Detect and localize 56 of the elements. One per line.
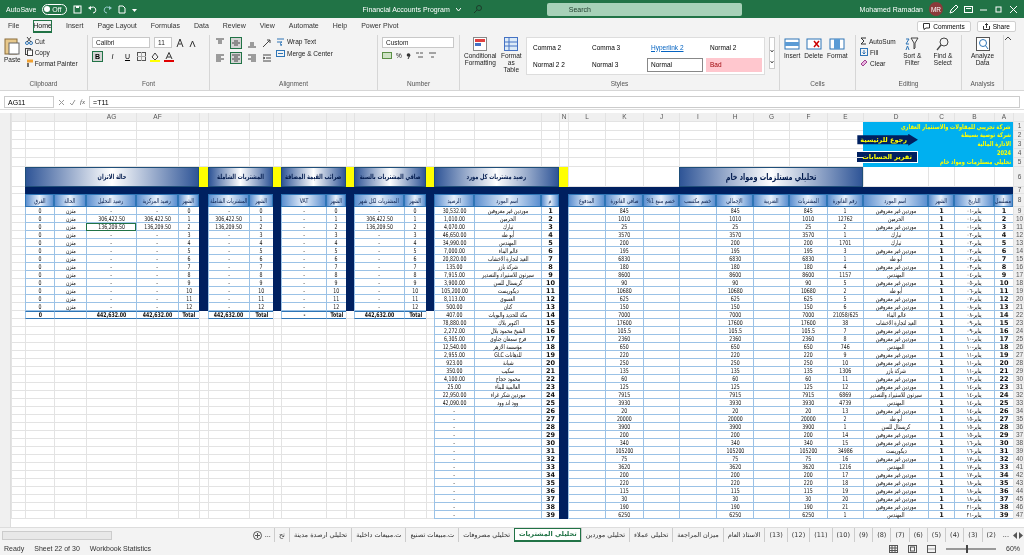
merge-icon <box>276 49 285 58</box>
page-layout-icon[interactable] <box>908 544 917 553</box>
close-icon[interactable] <box>1009 4 1018 14</box>
currency-icon[interactable] <box>382 51 392 60</box>
marker-block <box>199 167 208 187</box>
collapse-ribbon-icon[interactable] <box>1004 35 1012 41</box>
align-button[interactable] <box>230 37 242 49</box>
vertical-scrollbar[interactable] <box>0 113 11 527</box>
share-icon <box>982 23 990 30</box>
marker-block <box>426 167 434 187</box>
zoom-slider[interactable] <box>946 547 996 550</box>
pen-icon[interactable] <box>949 4 958 14</box>
wrap-icon <box>276 37 285 46</box>
grow-font-icon[interactable] <box>176 38 185 47</box>
decrease-decimal-icon[interactable] <box>427 51 437 60</box>
align-button[interactable] <box>230 52 242 64</box>
horizontal-scrollbar[interactable] <box>2 530 112 540</box>
ribbon-display-icon[interactable] <box>964 4 973 14</box>
scroll-right-icon[interactable] <box>1018 531 1024 539</box>
search-icon <box>473 5 482 13</box>
align-button[interactable] <box>246 52 258 64</box>
add-sheet-icon[interactable] <box>252 530 262 540</box>
font-color-icon[interactable] <box>164 51 174 62</box>
caret-icon[interactable] <box>455 6 461 12</box>
save-icon[interactable] <box>72 4 82 14</box>
search-icon <box>935 37 950 51</box>
comment-icon <box>923 23 931 30</box>
scroll-left-icon[interactable] <box>1012 531 1018 539</box>
eraser-icon <box>860 59 868 67</box>
copy-icon <box>24 48 33 56</box>
gallery-scroll-icon[interactable] <box>769 37 775 69</box>
indent-icon[interactable] <box>262 53 272 63</box>
shrink-font-icon[interactable] <box>189 38 197 47</box>
page-break-icon[interactable] <box>927 544 936 553</box>
cancel-icon[interactable] <box>58 98 65 106</box>
brush-icon <box>24 59 33 67</box>
table-icon <box>504 37 519 51</box>
sort-filter-icon <box>905 37 920 51</box>
fill-down-icon <box>860 48 868 56</box>
scissors-icon <box>24 37 33 45</box>
marker-block <box>559 167 568 187</box>
sigma-icon <box>860 37 867 45</box>
redo-icon[interactable] <box>102 4 112 14</box>
enter-icon[interactable] <box>69 98 76 106</box>
borders-icon[interactable] <box>137 52 146 61</box>
undo-icon[interactable] <box>87 4 97 14</box>
comma-style-icon[interactable] <box>405 51 411 60</box>
marker-block <box>273 167 281 187</box>
align-button[interactable] <box>214 52 226 64</box>
orientation-icon[interactable] <box>262 38 272 48</box>
restore-icon[interactable] <box>994 4 1003 14</box>
table-title: تحليلي مستلزمات ومواد خام <box>679 167 863 187</box>
document-icon[interactable] <box>117 4 126 14</box>
normal-view-icon[interactable] <box>889 544 898 553</box>
marker-block <box>346 167 354 187</box>
fill-color-icon[interactable] <box>150 51 160 62</box>
